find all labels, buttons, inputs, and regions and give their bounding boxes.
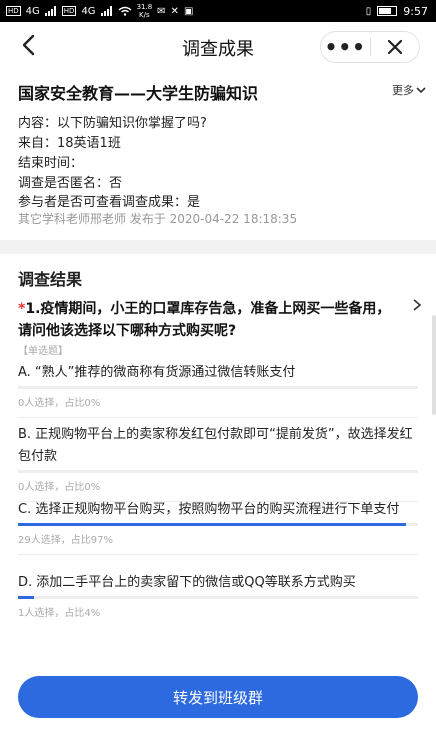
battery-icon [377, 6, 398, 16]
scrollbar[interactable] [432, 315, 436, 415]
close-notification-icon: ✕ [170, 5, 179, 17]
option-stat: 1人选择，占比4% [18, 608, 101, 619]
option-divider [18, 417, 418, 418]
option-stat: 0人选择，占比0% [18, 482, 101, 493]
option-text: A. “熟人”推荐的微商称有货源通过微信转账支付 [18, 365, 296, 380]
option-progress-track [18, 470, 418, 473]
survey-title: 国家安全教育——大学生防骗知识 [18, 84, 259, 103]
close-icon [387, 39, 402, 55]
network-speed: 31.8 K/s [137, 3, 153, 19]
close-button[interactable] [371, 39, 420, 55]
chevron-down-icon [416, 87, 426, 94]
chevron-right-icon[interactable] [412, 298, 422, 312]
share-to-class-button[interactable]: 转发到班级群 [18, 676, 418, 718]
option-b: B. 正规购物平台上的卖家称发红包付款即可“提前发货”，故选择发红包付款 0人选… [18, 424, 418, 502]
status-time: 9:57 [403, 4, 428, 18]
signal-4g-label: 4G [25, 5, 40, 17]
more-link[interactable]: 更多 [392, 82, 426, 98]
option-a: A. “熟人”推荐的微商称有货源通过微信转账支付 0人选择，占比0% [18, 362, 418, 418]
option-stat: 0人选择，占比0% [18, 398, 101, 409]
hd-badge: HD [6, 6, 21, 16]
option-divider [18, 554, 418, 555]
option-text: C. 选择正规购物平台购买，按照购物平台的购买流程进行下单支付 [18, 502, 400, 517]
wifi-icon [118, 6, 132, 16]
mini-program-capsule: ••• [320, 31, 420, 63]
status-bar: HD 4G HD 4G 31.8 K/s ✉ ✕ ▣ ▯ 9:57 [0, 0, 436, 22]
results-title: 调查结果 [18, 270, 83, 289]
hd-badge-2: HD [61, 6, 77, 16]
survey-publisher: 其它学科老师邢老师 发布于 2020-04-22 18:18:35 [18, 212, 298, 226]
signal-icon [44, 6, 56, 16]
survey-from: 来自：18英语1班 [18, 136, 121, 151]
network-speed-value: 31.8 [136, 3, 153, 11]
option-progress-track [18, 386, 418, 389]
vibrate-icon: ▯ [365, 5, 372, 17]
question-label: 1.疫情期间，小王的口罩库存告急，准备上网买一些备用，请问他该选择以下哪种方式购… [18, 301, 391, 339]
option-stat: 29人选择，占比97% [18, 535, 113, 546]
signal-4g-label-2: 4G [81, 5, 96, 17]
question-type: 【单选题】 [18, 346, 68, 357]
survey-anonymous: 调查是否匿名：否 [18, 176, 123, 191]
more-label: 更多 [392, 84, 414, 97]
mail-icon: ✉ [157, 5, 166, 17]
network-speed-unit: K/s [139, 11, 150, 19]
option-progress-track [18, 596, 418, 599]
option-d: D. 添加二手平台上的卖家留下的微信或QQ等联系方式购买 1人选择，占比4% [18, 572, 418, 619]
option-progress-fill [18, 523, 406, 526]
nav-bar: 调查成果 ••• [0, 22, 436, 70]
survey-content: 内容：以下防骗知识你掌握了吗? [18, 116, 207, 131]
option-text: D. 添加二手平台上的卖家留下的微信或QQ等联系方式购买 [18, 575, 356, 590]
survey-visibility: 参与者是否可查看调查成果：是 [18, 195, 201, 210]
option-c: C. 选择正规购物平台购买，按照购物平台的购买流程进行下单支付 29人选择，占比… [18, 499, 418, 555]
survey-end-time: 结束时间： [18, 156, 84, 171]
option-text: B. 正规购物平台上的卖家称发红包付款即可“提前发货”，故选择发红包付款 [18, 427, 413, 464]
option-progress-track [18, 523, 418, 526]
app-notification-icon: ▣ [183, 5, 194, 17]
signal-icon-2 [100, 6, 112, 16]
section-divider [0, 240, 436, 254]
question-text: *1.疫情期间，小王的口罩库存告急，准备上网买一些备用，请问他该选择以下哪种方式… [18, 298, 400, 342]
more-options-icon[interactable]: ••• [321, 33, 370, 61]
option-progress-fill [18, 596, 34, 599]
